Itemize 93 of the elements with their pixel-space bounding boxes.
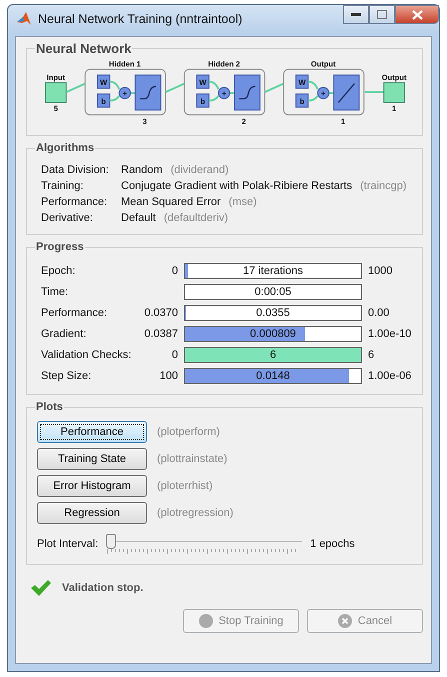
algorithm-label: Derivative: [41,212,94,224]
input-node [44,82,66,103]
sum-node: + [118,86,130,100]
algorithm-value: Conjugate Gradient with Polak-Ribiere Restarts [121,180,352,192]
function-name: (defaultderiv) [164,212,228,224]
sum-node: + [217,86,230,100]
bias-block: b [294,94,308,108]
plot-button[interactable]: Performance [37,421,147,443]
algorithm-value: Mean Squared Error [121,196,221,208]
output-size: 1 [392,104,396,113]
sum-node: + [316,86,329,100]
minimize-button[interactable] [343,5,369,24]
panel-title: Progress [35,241,85,253]
progress-label: Time: [41,286,70,298]
connector-line [65,82,86,93]
end-value: 0.00 [368,307,390,319]
function-name: (plotregression) [157,507,234,519]
progress-reading: 0:00:05 [254,285,292,299]
check-icon [30,579,52,597]
stop-icon [198,614,213,628]
progress-reading: 17 iterations [242,264,304,278]
function-name: (dividerand) [170,164,229,176]
cancel-icon [338,614,352,628]
window-title: Neural Network Training (nntraintool) [38,12,244,26]
layer-size: 1 [340,117,345,126]
panel-title: Neural Network [35,41,132,56]
start-value: 0 [170,349,178,361]
start-value: 100 [158,370,178,382]
progress-reading: 0.0148 [255,369,291,383]
layer-size: 3 [142,117,146,126]
progress-reading: 0.0355 [255,306,291,320]
weight-block: W [294,74,308,89]
start-value: 0.0387 [143,328,178,340]
output-label: Output [381,72,406,82]
function-name: (plotperform) [157,426,220,438]
progress-label: Epoch: [41,265,76,277]
algorithm-value: Random [121,164,163,176]
input-label: Input [46,72,65,82]
interval-slider[interactable] [106,534,302,554]
algorithm-value: Default [121,212,156,224]
layer-title: Hidden 1 [108,60,140,69]
close-icon [412,10,422,20]
maximize-button[interactable] [369,5,395,24]
panel-title: Algorithms [35,142,96,154]
progress-label: Validation Checks: [41,349,132,361]
bias-block: b [96,94,110,108]
panel-title: Plots [35,401,64,413]
connector-line [306,80,334,102]
start-value: 0 [170,265,178,277]
progress-reading: 0.000809 [249,327,297,341]
layer-size: 2 [241,117,246,126]
plot-button[interactable]: Error Histogram [37,475,147,497]
weight-block: W [96,74,110,89]
weight-block: W [196,74,209,89]
connector-line [264,82,284,93]
progress-reading: 6 [268,348,278,362]
progress-label: Step Size: [41,370,92,382]
progress-label: Performance: [41,307,108,319]
end-value: 6 [368,349,376,361]
output-node [382,82,405,103]
end-value: 1.00e-06 [368,370,412,382]
plot-button[interactable]: Training State [37,448,147,470]
transfer-function-icon [332,74,360,111]
progress-label: Gradient: [41,328,88,340]
minimize-icon [351,12,361,16]
input-size: 5 [53,104,58,113]
transfer-function-icon [134,74,161,111]
layer-title: Hidden 2 [208,60,240,69]
function-name: (plottrainstate) [157,453,228,465]
connector-line [108,80,136,102]
algorithm-label: Training: [41,180,84,192]
status-message: Validation stop. [62,582,144,594]
transfer-function-icon [233,74,260,111]
bias-block: b [196,94,209,108]
interval-label: Plot Interval: [37,538,98,550]
layer-title: Output [310,60,336,69]
function-name: (mse) [228,196,257,208]
slider-thumb[interactable] [106,534,116,549]
function-name: (ploterrhist) [157,480,213,492]
close-button[interactable] [395,5,439,24]
app-logo-icon [16,11,32,27]
plot-button[interactable]: Regression [37,502,147,524]
start-value: 0.0370 [143,307,178,319]
interval-reading: 1 epochs [310,538,355,550]
end-value: 1.00e-10 [368,328,412,340]
connector-line [208,80,235,102]
end-value: 1000 [368,265,394,277]
algorithm-label: Performance: [41,196,108,208]
connector-line [164,82,184,93]
algorithm-label: Data Division: [41,164,110,176]
connector-line [364,91,384,94]
function-name: (traincgp) [360,180,407,192]
maximize-icon [377,10,387,19]
